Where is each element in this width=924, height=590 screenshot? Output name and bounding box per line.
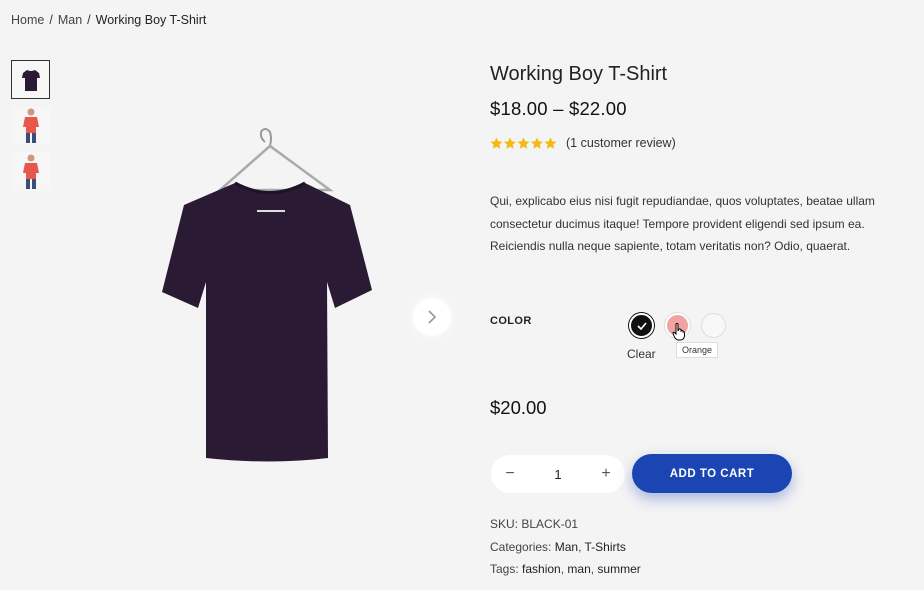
next-image-button[interactable]	[413, 298, 451, 336]
tag-link[interactable]: fashion	[522, 562, 561, 576]
thumbnail-3[interactable]	[11, 152, 50, 191]
clear-selection-link[interactable]: Clear	[627, 347, 656, 361]
star-icons	[490, 137, 557, 149]
quantity-decrease-button[interactable]: −	[500, 464, 520, 484]
sku-row: SKU: BLACK-01	[490, 513, 641, 536]
product-summary: Working Boy T-Shirt $18.00 – $22.00 (1 c…	[490, 60, 910, 258]
product-image	[100, 60, 470, 520]
breadcrumb-home-link[interactable]: Home	[11, 13, 44, 27]
quantity-increase-button[interactable]: +	[596, 464, 616, 484]
swatch-black[interactable]	[629, 313, 654, 338]
quantity-input[interactable]	[538, 466, 578, 482]
thumbnail-list	[11, 60, 50, 191]
model-red-tshirt-icon	[22, 154, 39, 189]
review-count-link[interactable]: (1 customer review)	[566, 136, 676, 150]
rating-row: (1 customer review)	[490, 136, 910, 150]
model-red-tshirt-icon	[22, 108, 39, 143]
hand-cursor-icon	[672, 323, 685, 341]
product-meta: SKU: BLACK-01 Categories: Man, T-Shirts …	[490, 513, 641, 581]
quantity-stepper: − +	[491, 455, 625, 493]
chevron-right-icon	[428, 310, 437, 324]
tag-link[interactable]: summer	[597, 562, 640, 576]
thumbnail-2[interactable]	[11, 106, 50, 145]
tag-link[interactable]: man	[567, 562, 590, 576]
swatch-white[interactable]	[701, 313, 726, 338]
sku-label: SKU:	[490, 517, 519, 531]
check-icon	[636, 321, 647, 330]
breadcrumb-separator: /	[87, 13, 91, 27]
breadcrumb-separator: /	[49, 13, 53, 27]
add-to-cart-button[interactable]: ADD TO CART	[632, 454, 792, 493]
swatch-tooltip: Orange	[676, 342, 719, 358]
color-label: COLOR	[490, 315, 532, 327]
price-range: $18.00 – $22.00	[490, 98, 627, 119]
categories-row: Categories: Man, T-Shirts	[490, 539, 626, 554]
thumbnail-1[interactable]	[11, 60, 50, 99]
tshirt-black-icon	[21, 69, 40, 91]
tags-row: Tags: fashion, man, summer	[490, 562, 641, 576]
sku-value: BLACK-01	[521, 517, 579, 531]
product-description: Qui, explicabo eius nisi fugit repudiand…	[490, 194, 875, 253]
tags-label: Tags:	[490, 562, 519, 576]
categories-label: Categories:	[490, 539, 552, 554]
category-link[interactable]: T-Shirts	[585, 540, 626, 554]
breadcrumb-current: Working Boy T-Shirt	[95, 13, 207, 27]
category-link[interactable]: Man	[555, 540, 578, 554]
breadcrumb: Home / Man / Working Boy T-Shirt	[11, 13, 206, 27]
product-title: Working Boy T-Shirt	[490, 63, 668, 85]
color-attribute: COLOR	[490, 311, 532, 329]
variation-price: $20.00	[490, 397, 547, 418]
tshirt-image	[162, 128, 372, 462]
breadcrumb-category-link[interactable]: Man	[58, 13, 82, 27]
star-rating	[490, 137, 557, 150]
